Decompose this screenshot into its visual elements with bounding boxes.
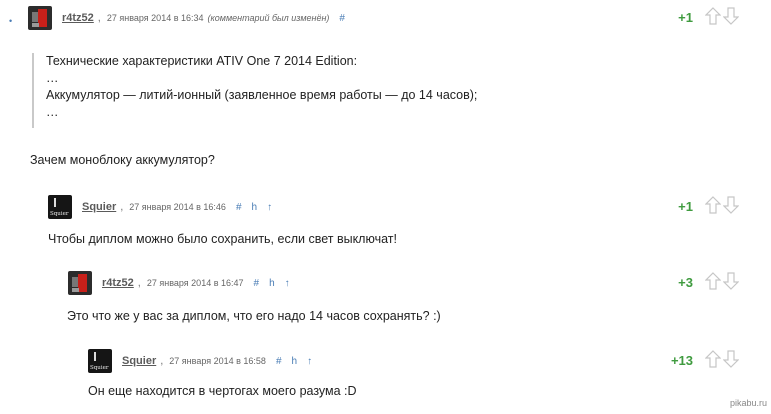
svg-text:Squier: Squier <box>50 211 69 217</box>
avatar-r4tz52[interactable] <box>28 6 52 30</box>
quote-line: … <box>46 71 59 85</box>
comment-meta: r4tz52, 27 января 2014 в 16:34 (комментари… <box>62 12 345 24</box>
comma-separator: , <box>120 201 124 213</box>
comma-separator: , <box>97 12 101 24</box>
comment-date: 27 января 2014 в 16:34 <box>106 13 204 23</box>
comment-2: Squier Squier, 27 января 2014 в 16:46 # h ↑ … <box>0 195 771 246</box>
comment-text: Он еще находится в чертогах моего разума… <box>88 384 357 398</box>
reply-tree-icon[interactable]: h <box>252 202 258 213</box>
vote-down-arrow-icon[interactable] <box>723 272 739 290</box>
comment-header: Squier Squier, 27 января 2014 в 16:58 # h ↑ … <box>0 349 771 375</box>
comment-text: Зачем моноблоку аккумулятор? <box>30 153 215 167</box>
vote-controls <box>705 196 739 216</box>
username-link[interactable]: Squier <box>82 201 116 213</box>
vote-up-arrow-icon[interactable] <box>705 350 721 368</box>
vote-up-arrow-icon[interactable] <box>705 196 721 214</box>
comment-header: Squier Squier, 27 января 2014 в 16:46 # h ↑ … <box>0 195 771 221</box>
comment-rating: +3 <box>678 275 693 290</box>
comment-3: r4tz52, 27 января 2014 в 16:47 # h ↑ +3 Это … <box>0 271 771 323</box>
permalink-hash-icon[interactable]: # <box>236 202 242 213</box>
svg-text:Squier: Squier <box>90 365 109 371</box>
vote-up-arrow-icon[interactable] <box>705 272 721 290</box>
reply-tree-icon[interactable]: h <box>269 278 275 289</box>
comment-meta: r4tz52, 27 января 2014 в 16:47 # h ↑ <box>102 277 290 289</box>
comment-rating: +13 <box>670 353 693 368</box>
vote-up-arrow-icon[interactable] <box>705 7 721 25</box>
avatar-squier[interactable]: Squier <box>88 349 112 373</box>
parent-up-arrow-icon[interactable]: ↑ <box>285 278 290 289</box>
vote-down-arrow-icon[interactable] <box>723 350 739 368</box>
comment-text: Это что же у вас за диплом, что его надо… <box>67 309 441 323</box>
comment-header: r4tz52, 27 января 2014 в 16:34 (комментари… <box>0 6 771 32</box>
permalink-hash-icon[interactable]: # <box>276 356 282 367</box>
vote-controls <box>705 272 739 292</box>
blockquote: Технические характеристики ATIV One 7 20… <box>32 53 646 128</box>
comment-meta: Squier, 27 января 2014 в 16:58 # h ↑ <box>122 355 312 367</box>
comma-separator: , <box>160 355 164 367</box>
avatar-r4tz52[interactable] <box>68 271 92 295</box>
reply-tree-icon[interactable]: h <box>292 356 298 367</box>
avatar-squier[interactable]: Squier <box>48 195 72 219</box>
comment-rating: +1 <box>678 199 693 214</box>
comma-separator: , <box>137 277 141 289</box>
edited-note: (комментарий был изменён) <box>207 13 330 23</box>
parent-up-arrow-icon[interactable]: ↑ <box>307 356 312 367</box>
quote-line: Технические характеристики ATIV One 7 20… <box>46 54 358 68</box>
vote-controls <box>705 350 739 370</box>
comment-1: r4tz52, 27 января 2014 в 16:34 (комментари… <box>0 6 771 167</box>
vote-controls <box>705 7 739 27</box>
permalink-hash-icon[interactable]: # <box>254 278 260 289</box>
quote-line: … <box>46 105 59 119</box>
comment-rating: +1 <box>678 10 693 25</box>
username-link[interactable]: Squier <box>122 355 156 367</box>
comment-4: Squier Squier, 27 января 2014 в 16:58 # h ↑ … <box>0 349 771 398</box>
comment-header: r4tz52, 27 января 2014 в 16:47 # h ↑ +3 <box>0 271 771 297</box>
comment-text: Чтобы диплом можно было сохранить, если … <box>48 232 397 246</box>
vote-down-arrow-icon[interactable] <box>723 7 739 25</box>
vote-down-arrow-icon[interactable] <box>723 196 739 214</box>
site-watermark: pikabu.ru <box>729 398 767 408</box>
parent-up-arrow-icon[interactable]: ↑ <box>267 202 272 213</box>
comment-thread: • r4tz52, 27 января 2014 в 16:34 (коммента… <box>0 0 771 414</box>
username-link[interactable]: r4tz52 <box>62 12 94 24</box>
quote-line: Аккумулятор — литий-ионный (заявленное в… <box>46 88 478 102</box>
permalink-hash-icon[interactable]: # <box>339 13 345 24</box>
comment-date: 27 января 2014 в 16:58 <box>169 356 266 366</box>
comment-date: 27 января 2014 в 16:46 <box>129 202 226 212</box>
username-link[interactable]: r4tz52 <box>102 277 134 289</box>
comment-meta: Squier, 27 января 2014 в 16:46 # h ↑ <box>82 201 272 213</box>
comment-date: 27 января 2014 в 16:47 <box>146 278 244 288</box>
